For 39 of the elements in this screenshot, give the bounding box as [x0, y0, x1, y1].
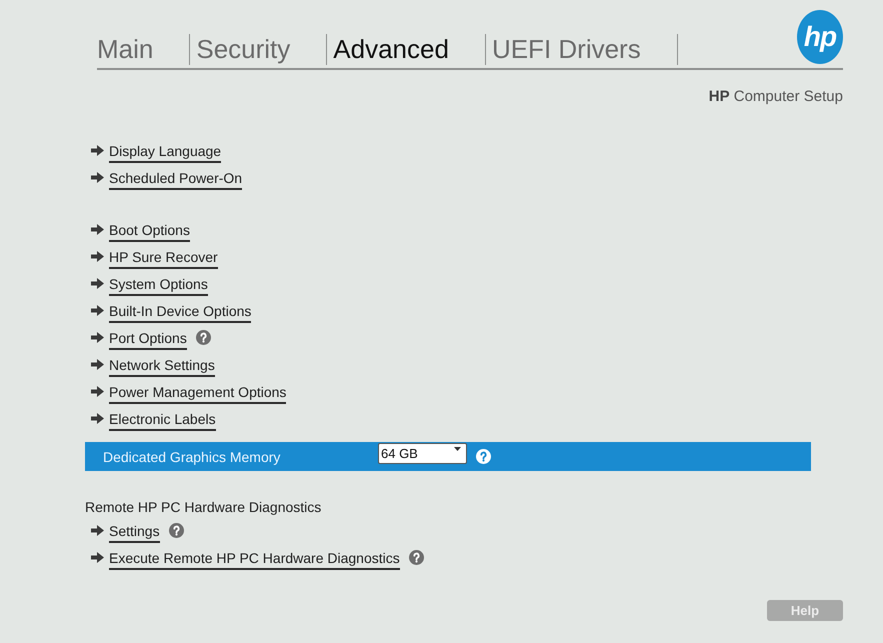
caret-icon [454, 447, 461, 451]
arrow-icon [91, 386, 104, 397]
help-icon[interactable] [476, 449, 491, 464]
tab[interactable]: Security [189, 34, 326, 65]
menu-link[interactable]: Scheduled Power-On [109, 170, 242, 190]
arrow-icon [91, 145, 104, 156]
menu-link[interactable]: Execute Remote HP PC Hardware Diagnostics [109, 550, 400, 570]
menu-link[interactable]: System Options [109, 276, 208, 296]
arrow-icon [91, 278, 104, 289]
arrow-icon [91, 305, 104, 316]
arrow-icon [91, 224, 104, 235]
arrow-icon [91, 332, 104, 343]
arrow-icon [91, 172, 104, 183]
menu-link[interactable]: Settings [109, 522, 160, 542]
menu-link[interactable]: Built-In Device Options [109, 302, 252, 322]
arrow-icon [91, 251, 104, 262]
arrow-icon [91, 413, 104, 424]
help-icon[interactable] [408, 550, 424, 565]
logo: hp [797, 10, 843, 64]
menu-link[interactable]: Power Management Options [109, 384, 286, 404]
value-dropdown[interactable]: 64 GB [378, 443, 467, 464]
menu-link[interactable]: Boot Options [109, 222, 190, 242]
menu-link[interactable]: Network Settings [109, 356, 215, 376]
help-icon[interactable] [168, 523, 184, 538]
menu-link[interactable]: HP Sure Recover [109, 248, 218, 268]
arrow-icon [91, 525, 104, 536]
menu-link[interactable]: Electronic Labels [109, 410, 216, 430]
app-subtitle: HP Computer Setup [708, 88, 843, 106]
menu-link[interactable]: Display Language [109, 142, 222, 162]
selected-row[interactable]: Dedicated Graphics Memory 64 GB [85, 442, 811, 471]
setting-label: Dedicated Graphics Memory [103, 448, 282, 464]
arrow-icon [91, 359, 104, 370]
tab[interactable]: UEFI Drivers [484, 34, 677, 65]
help-icon[interactable] [196, 330, 211, 345]
section-heading: Remote HP PC Hardware Diagnostics [85, 498, 322, 516]
menu-link[interactable]: Port Options [109, 330, 187, 350]
arrow-icon [91, 552, 104, 563]
tab[interactable]: Advanced [326, 34, 485, 65]
tab[interactable]: Main [97, 34, 190, 65]
